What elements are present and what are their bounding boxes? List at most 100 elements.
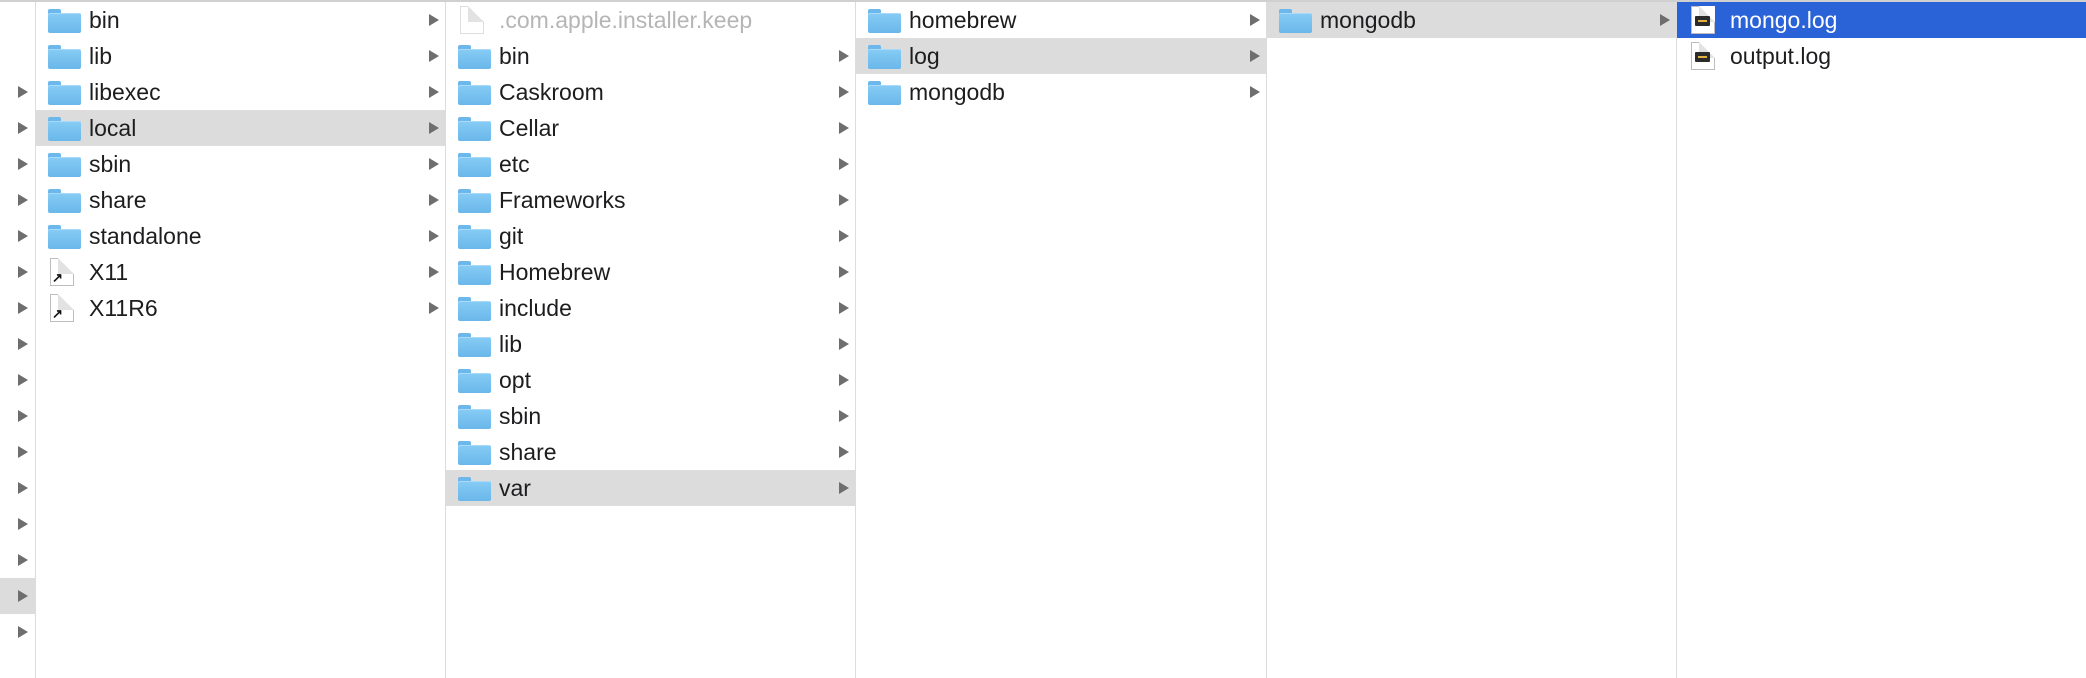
edge-strip-row[interactable] <box>0 542 35 578</box>
column-local[interactable]: .com.apple.installer.keep bin Caskroom Cell… <box>446 2 856 678</box>
file-list-item[interactable]: log <box>856 38 1266 74</box>
folder-icon <box>1279 9 1312 33</box>
file-list-item[interactable]: ↗ X11R6 <box>36 290 445 326</box>
folder-icon <box>458 333 491 357</box>
edge-strip-row[interactable] <box>0 254 35 290</box>
file-name-label: bin <box>499 43 530 69</box>
file-list-item[interactable]: sbin <box>36 146 445 182</box>
file-list-item[interactable]: local <box>36 110 445 146</box>
disclosure-arrow-icon <box>839 410 849 422</box>
file-name-label: local <box>89 115 137 141</box>
log-file-icon <box>1691 42 1715 70</box>
file-list-item[interactable]: Homebrew <box>446 254 855 290</box>
folder-icon <box>458 405 491 429</box>
edge-strip-row[interactable] <box>0 74 35 110</box>
file-list-item[interactable]: opt <box>446 362 855 398</box>
file-list-item[interactable]: include <box>446 290 855 326</box>
edge-strip-row[interactable] <box>0 182 35 218</box>
disclosure-arrow-icon <box>18 626 28 638</box>
edge-strip-row[interactable] <box>0 362 35 398</box>
file-list-item[interactable]: bin <box>446 38 855 74</box>
disclosure-arrow-icon <box>18 374 28 386</box>
disclosure-arrow-icon <box>18 518 28 530</box>
disclosure-arrow-icon <box>429 86 439 98</box>
column-edge-strip[interactable] <box>0 2 36 678</box>
folder-icon <box>458 225 491 249</box>
file-name-label: var <box>499 475 531 501</box>
disclosure-arrow-icon <box>429 50 439 62</box>
file-list-item[interactable]: bin <box>36 2 445 38</box>
edge-strip-row[interactable] <box>0 290 35 326</box>
file-list-item[interactable]: sbin <box>446 398 855 434</box>
folder-icon <box>458 441 491 465</box>
folder-icon <box>48 81 81 105</box>
file-list-item[interactable]: var <box>446 470 855 506</box>
edge-strip-row[interactable] <box>0 146 35 182</box>
file-list-item[interactable]: libexec <box>36 74 445 110</box>
alias-icon: ↗ <box>50 258 74 286</box>
file-name-label: lib <box>89 43 113 69</box>
edge-strip-row[interactable] <box>0 110 35 146</box>
folder-icon <box>458 297 491 321</box>
folder-icon <box>458 369 491 393</box>
file-list-item[interactable]: mongo.log <box>1677 2 2086 38</box>
disclosure-arrow-icon <box>1660 14 1670 26</box>
file-list-item[interactable]: lib <box>36 38 445 74</box>
file-list-item[interactable]: ↗ X11 <box>36 254 445 290</box>
file-list-item[interactable]: lib <box>446 326 855 362</box>
edge-strip-row[interactable] <box>0 470 35 506</box>
file-list-item[interactable]: Frameworks <box>446 182 855 218</box>
file-list-item[interactable]: Caskroom <box>446 74 855 110</box>
edge-strip-row[interactable] <box>0 506 35 542</box>
file-name-label: share <box>89 187 147 213</box>
file-name-label: sbin <box>89 151 132 177</box>
edge-strip-row[interactable] <box>0 578 35 614</box>
file-list-item[interactable]: share <box>36 182 445 218</box>
file-list-item[interactable]: mongodb <box>856 74 1266 110</box>
disclosure-arrow-icon <box>429 14 439 26</box>
file-name-label: mongodb <box>909 79 1005 105</box>
disclosure-arrow-icon <box>18 410 28 422</box>
disclosure-arrow-icon <box>839 50 849 62</box>
disclosure-arrow-icon <box>839 230 849 242</box>
edge-strip-row[interactable] <box>0 434 35 470</box>
column-usr[interactable]: bin lib libexec local sbin share standalone ↗ X1… <box>36 2 446 678</box>
edge-strip-row[interactable] <box>0 218 35 254</box>
file-name-label: libexec <box>89 79 161 105</box>
file-list-item[interactable]: standalone <box>36 218 445 254</box>
disclosure-arrow-icon <box>839 266 849 278</box>
file-list-item[interactable]: mongodb <box>1267 2 1676 38</box>
file-name-label: standalone <box>89 223 202 249</box>
file-list-item[interactable]: share <box>446 434 855 470</box>
file-list-item[interactable]: output.log <box>1677 38 2086 74</box>
disclosure-arrow-icon <box>1250 14 1260 26</box>
disclosure-arrow-icon <box>18 482 28 494</box>
disclosure-arrow-icon <box>839 86 849 98</box>
file-name-label: include <box>499 295 572 321</box>
disclosure-arrow-icon <box>429 266 439 278</box>
edge-strip-row[interactable] <box>0 326 35 362</box>
disclosure-arrow-icon <box>839 302 849 314</box>
disclosure-arrow-icon <box>18 590 28 602</box>
log-file-icon <box>1691 6 1715 34</box>
file-list-item[interactable]: git <box>446 218 855 254</box>
disclosure-arrow-icon <box>429 302 439 314</box>
folder-icon <box>458 261 491 285</box>
edge-strip-row[interactable] <box>0 38 35 74</box>
file-name-label: sbin <box>499 403 542 429</box>
file-list-item[interactable]: Cellar <box>446 110 855 146</box>
folder-icon <box>48 9 81 33</box>
edge-strip-row[interactable] <box>0 2 35 38</box>
edge-strip-row[interactable] <box>0 614 35 650</box>
folder-icon <box>48 189 81 213</box>
file-list-item[interactable]: .com.apple.installer.keep <box>446 2 855 38</box>
file-name-label: etc <box>499 151 530 177</box>
folder-icon <box>458 117 491 141</box>
file-list-item[interactable]: homebrew <box>856 2 1266 38</box>
column-mongodb[interactable]: mongo.log output.log <box>1677 2 2086 678</box>
column-var[interactable]: homebrew log mongodb <box>856 2 1267 678</box>
column-log[interactable]: mongodb <box>1267 2 1677 678</box>
edge-strip-row[interactable] <box>0 398 35 434</box>
file-list-item[interactable]: etc <box>446 146 855 182</box>
file-name-label: bin <box>89 7 120 33</box>
